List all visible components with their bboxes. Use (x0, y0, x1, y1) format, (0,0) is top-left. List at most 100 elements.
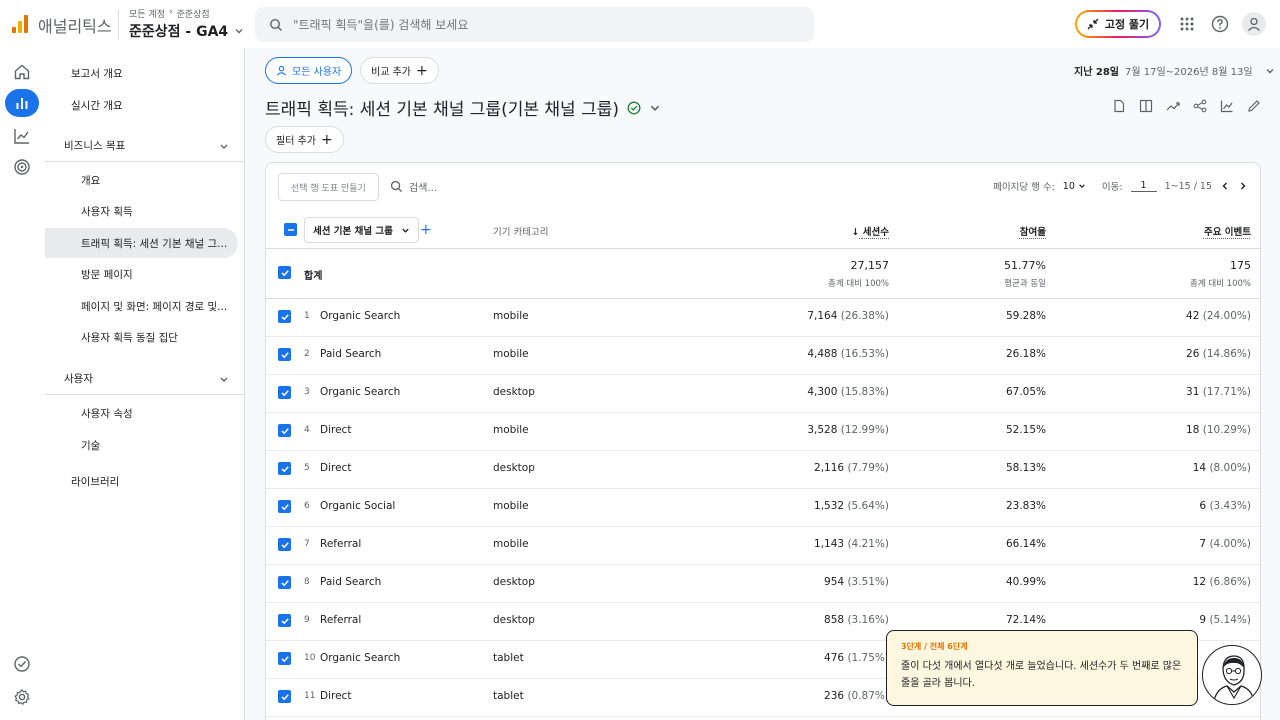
row-sessions-value: 4,300 (807, 386, 838, 398)
report-title: 트래픽 획득: 세션 기본 채널 그룹(기본 채널 그룹) (265, 100, 619, 120)
secondary-dimension-header[interactable]: 기기 카테고리 (493, 224, 548, 238)
add-dimension-plus-icon[interactable]: + (420, 222, 432, 238)
totals-row: 합계 27,157 총계 대비 100% 51.77% 평균과 동일 175 총… (266, 249, 1260, 299)
rows-per-page-select[interactable]: 10 (1063, 181, 1086, 192)
table-row[interactable]: 1 Organic Search mobile 7,164 (26.38%) 59.28… (266, 299, 1260, 337)
date-range-picker[interactable]: 지난 28일 7월 17일~2026년 8월 13일 (1074, 63, 1275, 78)
make-chart-button[interactable]: 선택 행 도표 만들기 (278, 173, 379, 201)
row-sessions-pct: (3.16%) (847, 614, 889, 626)
chevron-down-icon[interactable] (649, 102, 661, 114)
row-checkbox[interactable] (278, 576, 291, 589)
gear-icon[interactable] (10, 685, 34, 709)
row-checkbox[interactable] (278, 310, 291, 323)
row-checkbox[interactable] (278, 462, 291, 475)
row-key-events: 42 (24.00%) (1186, 310, 1251, 322)
search-input[interactable] (293, 17, 773, 32)
explore-icon[interactable] (10, 124, 34, 148)
nav-realtime-overview[interactable]: 실시간 개요 (45, 90, 238, 120)
row-device: mobile (493, 310, 529, 322)
row-engagement: 58.13% (1005, 462, 1046, 474)
share-icon[interactable] (1191, 97, 1209, 115)
filter-label: 필터 추가 (276, 136, 316, 147)
primary-dimension-select[interactable]: 세션 기본 채널 그룹 (304, 217, 419, 243)
property-selector[interactable]: 준준상점 - GA4 (129, 21, 244, 41)
add-filter-button[interactable]: 필터 추가 + (265, 126, 344, 153)
engagement-rate-header[interactable]: 참여율 (1020, 224, 1046, 238)
table-row[interactable]: 8 Paid Search desktop 954 (3.51%) 40.99% 12 (… (266, 565, 1260, 603)
nav-acquisition-cohort[interactable]: 사용자 획득 동질 집단 (45, 322, 238, 352)
nav-traffic-acquisition[interactable]: 트래픽 획득: 세션 기본 채널 그... (45, 228, 238, 258)
nav-section-users[interactable]: 사용자 (45, 363, 245, 395)
sessions-header[interactable]: ↓ 세션수 (851, 224, 889, 238)
property-name: 준준상점 - GA4 (129, 24, 229, 40)
key-events-header[interactable]: 주요 이벤트 (1204, 224, 1251, 238)
chevron-up-icon (220, 144, 228, 149)
row-device: tablet (493, 652, 524, 664)
edit-pencil-icon[interactable] (1245, 97, 1263, 115)
table-row[interactable]: 5 Direct desktop 2,116 (7.79%) 58.13% 14 (8.0… (266, 451, 1260, 489)
nav-tech[interactable]: 기술 (45, 430, 238, 460)
help-icon[interactable] (1208, 12, 1232, 36)
segment-chip-all-users[interactable]: 모든 사용자 (265, 57, 353, 84)
document-icon[interactable] (1110, 97, 1128, 115)
nav-pages-and-screens[interactable]: 페이지 및 화면: 페이지 경로 및... (45, 291, 238, 321)
row-index: 11 (304, 691, 316, 701)
row-checkbox[interactable] (278, 652, 291, 665)
goto-page-input[interactable]: 1 (1130, 180, 1157, 192)
section-label: 비즈니스 목표 (64, 140, 126, 152)
row-checkbox[interactable] (278, 424, 291, 437)
chevron-down-icon (220, 377, 228, 382)
rows-per-page-value: 10 (1062, 180, 1075, 192)
totals-checkbox[interactable] (278, 266, 291, 279)
table-row[interactable]: 6 Organic Social mobile 1,532 (5.64%) 23.83%… (266, 489, 1260, 527)
row-channel: Paid Search (320, 576, 382, 588)
global-search[interactable] (255, 7, 814, 42)
nav-overview[interactable]: 개요 (45, 165, 238, 195)
chart-line-icon[interactable] (1218, 97, 1236, 115)
chevron-left-icon[interactable] (1220, 181, 1230, 191)
compare-panel-icon[interactable] (1137, 97, 1155, 115)
row-checkbox[interactable] (278, 386, 291, 399)
row-sessions-pct: (4.21%) (847, 538, 889, 550)
chevron-right-icon[interactable] (1238, 181, 1248, 191)
row-checkbox[interactable] (278, 690, 291, 703)
table-row[interactable]: 4 Direct mobile 3,528 (12.99%) 52.15% 18 (10.… (266, 413, 1260, 451)
select-all-checkbox[interactable] (284, 223, 297, 236)
row-checkbox[interactable] (278, 614, 291, 627)
guide-mascot-icon (1202, 645, 1262, 705)
row-index: 4 (304, 425, 310, 435)
table-row[interactable]: 2 Paid Search mobile 4,488 (16.53%) 26.18% 26… (266, 337, 1260, 375)
row-checkbox[interactable] (278, 500, 291, 513)
nav-library[interactable]: 라이브러리 (45, 466, 238, 496)
apps-grid-icon[interactable] (1175, 12, 1199, 36)
insights-trend-icon[interactable] (1164, 97, 1182, 115)
row-device: mobile (493, 348, 529, 360)
table-toolbar: 선택 행 도표 만들기 검색... 페이지당 행 수: 10 이동: 1 1~1… (278, 173, 1248, 201)
reports-icon[interactable] (5, 89, 39, 117)
nav-user-attributes[interactable]: 사용자 속성 (45, 398, 238, 428)
home-icon[interactable] (10, 60, 34, 84)
account-breadcrumb[interactable]: 모든 계정 › 준준상점 (129, 7, 210, 20)
dimension-label: 세션 기본 채널 그룹 (313, 226, 393, 237)
row-index: 1 (304, 311, 310, 321)
row-sessions: 4,488 (16.53%) (807, 348, 889, 360)
nav-section-business-goals[interactable]: 비즈니스 목표 (45, 130, 245, 162)
row-checkbox[interactable] (278, 348, 291, 361)
nav-reports-overview[interactable]: 보고서 개요 (45, 58, 238, 88)
check-circle-icon[interactable] (10, 652, 34, 676)
compare-label: 비교 추가 (371, 67, 411, 78)
nav-landing-page[interactable]: 방문 페이지 (45, 259, 238, 289)
nav-user-acquisition[interactable]: 사용자 획득 (45, 196, 238, 226)
table-search[interactable]: 검색... (390, 179, 437, 194)
unpin-button[interactable]: 고정 풀기 (1075, 10, 1161, 38)
report-toolbar (1110, 97, 1263, 115)
add-comparison-button[interactable]: 비교 추가 + (360, 57, 439, 84)
row-sessions: 858 (3.16%) (824, 614, 889, 626)
account-avatar[interactable] (1242, 12, 1266, 36)
advertising-target-icon[interactable] (10, 155, 34, 179)
row-checkbox[interactable] (278, 538, 291, 551)
table-row[interactable]: 3 Organic Search desktop 4,300 (15.83%) 67.0… (266, 375, 1260, 413)
row-events-value: 14 (1192, 462, 1207, 474)
analytics-logo-icon[interactable] (12, 13, 32, 33)
table-row[interactable]: 7 Referral mobile 1,143 (4.21%) 66.14% 7 (4.0… (266, 527, 1260, 565)
